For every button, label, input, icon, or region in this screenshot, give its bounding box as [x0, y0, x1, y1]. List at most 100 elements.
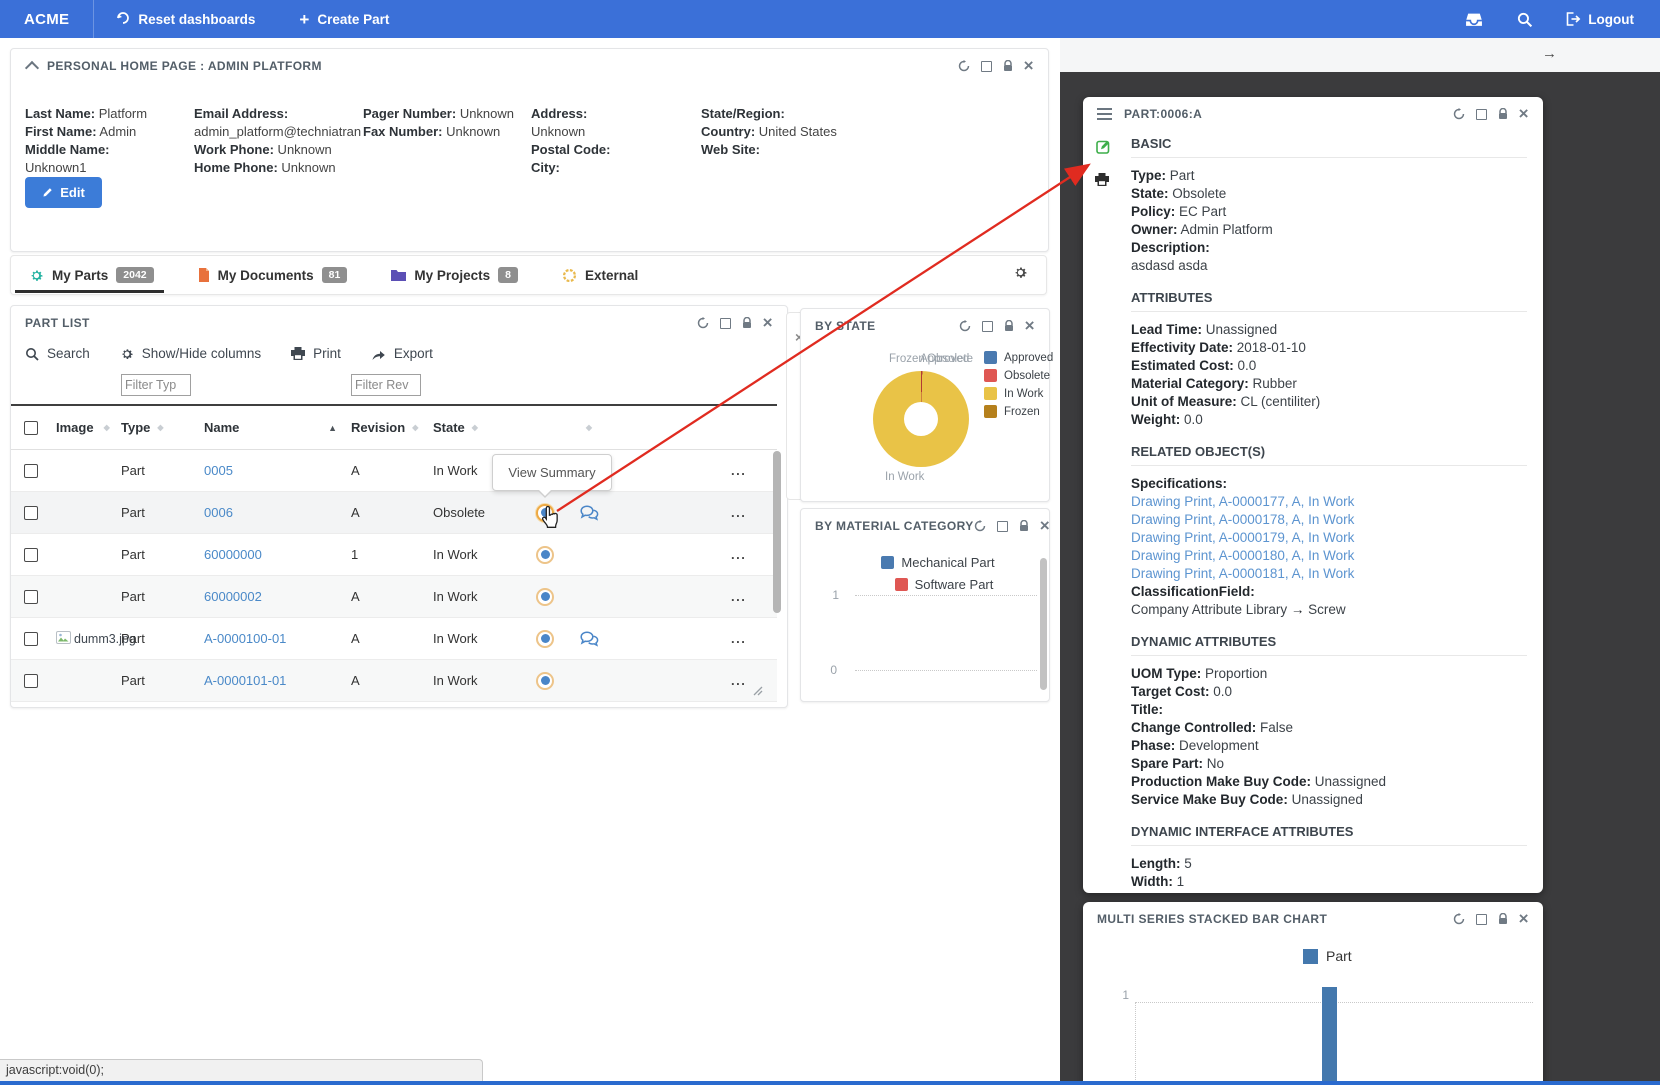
panel-resize-handle[interactable] [753, 683, 763, 701]
maximize-icon[interactable] [720, 318, 731, 329]
refresh-icon[interactable] [697, 317, 709, 329]
discussion-icon[interactable] [580, 505, 599, 521]
table-row[interactable]: Part A-0000101-01 A In Work ... [11, 660, 777, 702]
close-icon[interactable]: × [1519, 105, 1529, 122]
row-checkbox[interactable] [24, 674, 38, 688]
search-icon[interactable] [1517, 0, 1532, 38]
part-name-link[interactable]: 0006 [204, 505, 233, 520]
print-icon[interactable] [1095, 173, 1109, 186]
lock-icon[interactable] [1003, 60, 1013, 72]
close-icon[interactable]: × [1024, 57, 1034, 74]
lock-icon[interactable] [1498, 913, 1508, 925]
search-button[interactable]: Search [25, 346, 90, 361]
part-name-link[interactable]: 0005 [204, 463, 233, 478]
view-summary-icon[interactable] [536, 588, 554, 606]
row-checkbox[interactable] [24, 632, 38, 646]
row-checkbox[interactable] [24, 464, 38, 478]
view-summary-icon[interactable] [536, 672, 554, 690]
print-button[interactable]: Print [291, 346, 341, 361]
row-checkbox[interactable] [24, 590, 38, 604]
row-actions-ellipsis[interactable]: ... [731, 547, 777, 562]
inbox-icon[interactable] [1465, 0, 1483, 38]
row-checkbox[interactable] [24, 548, 38, 562]
row-actions-ellipsis[interactable]: ... [731, 505, 777, 520]
hamburger-menu-icon[interactable] [1097, 105, 1112, 123]
specification-link[interactable]: Drawing Print, A-0000179, A, In Work [1131, 529, 1527, 547]
specification-link[interactable]: Drawing Print, A-0000180, A, In Work [1131, 547, 1527, 565]
refresh-icon[interactable] [1453, 108, 1465, 120]
close-icon[interactable]: × [1025, 317, 1035, 334]
logout-button[interactable]: Logout [1566, 0, 1634, 38]
discussion-icon[interactable] [580, 631, 599, 647]
maximize-icon[interactable] [982, 321, 993, 332]
show-hide-columns-button[interactable]: Show/Hide columns [120, 346, 261, 361]
view-summary-icon[interactable] [536, 630, 554, 648]
close-icon[interactable]: × [1040, 517, 1050, 534]
part-name-link[interactable]: 60000002 [204, 589, 262, 604]
lock-icon[interactable] [1498, 108, 1508, 120]
column-header-state[interactable]: State [433, 420, 465, 435]
lock-icon[interactable] [1004, 320, 1014, 332]
column-header-name[interactable]: Name [204, 420, 239, 435]
maximize-icon[interactable] [1476, 914, 1487, 925]
row-actions-ellipsis[interactable]: ... [731, 631, 777, 646]
bar-part[interactable] [1322, 987, 1337, 1085]
filter-revision-input[interactable] [351, 374, 421, 396]
close-icon[interactable]: × [763, 314, 773, 331]
create-part-button[interactable]: + Create Part [277, 0, 411, 38]
lock-icon[interactable] [742, 317, 752, 329]
sort-asc-icon[interactable]: ▲ [328, 423, 337, 433]
sort-icon[interactable]: ◆ [157, 423, 163, 432]
edit-profile-button[interactable]: Edit [25, 177, 102, 208]
refresh-icon[interactable] [959, 320, 971, 332]
dashboard-scrollbar-thumb[interactable] [1040, 558, 1047, 690]
reset-dashboards-button[interactable]: Reset dashboards [94, 0, 277, 38]
sort-icon[interactable]: ◆ [412, 423, 418, 432]
maximize-icon[interactable] [981, 61, 992, 72]
table-row[interactable]: dumm3.jpg Part A-0000100-01 A In Work ..… [11, 618, 777, 660]
row-actions-ellipsis[interactable]: ... [731, 589, 777, 604]
scrollbar-thumb[interactable] [773, 451, 781, 613]
specification-link[interactable]: Drawing Print, A-0000178, A, In Work [1131, 511, 1527, 529]
tab-my-parts[interactable]: My Parts 2042 [29, 267, 154, 283]
row-checkbox[interactable] [24, 506, 38, 520]
state-donut-chart[interactable] [873, 371, 969, 467]
filter-type-input[interactable] [121, 374, 191, 396]
edit-green-icon[interactable] [1096, 139, 1111, 154]
sort-icon[interactable]: ◆ [104, 423, 110, 432]
column-header-revision[interactable]: Revision [351, 420, 405, 435]
table-row[interactable]: Part 60000002 A In Work ... [11, 576, 777, 618]
tab-my-projects[interactable]: My Projects 8 [391, 267, 518, 283]
collapse-icon[interactable] [25, 60, 39, 74]
close-icon[interactable]: × [1519, 910, 1529, 927]
export-button[interactable]: Export [371, 346, 433, 361]
lock-icon[interactable] [1019, 520, 1029, 532]
view-summary-icon[interactable] [536, 504, 554, 522]
specification-link[interactable]: Drawing Print, A-0000181, A, In Work [1131, 565, 1527, 583]
part-name-link[interactable]: A-0000100-01 [204, 631, 286, 646]
table-row[interactable]: Part 0006 A Obsolete ... [11, 492, 777, 534]
specification-link[interactable]: Drawing Print, A-0000177, A, In Work [1131, 493, 1527, 511]
refresh-icon[interactable] [1453, 913, 1465, 925]
refresh-icon[interactable] [958, 60, 970, 72]
refresh-icon[interactable] [974, 520, 986, 532]
part-name-link[interactable]: 60000000 [204, 547, 262, 562]
tab-external[interactable]: External [562, 268, 638, 283]
column-header-type[interactable]: Type [121, 420, 150, 435]
tab-settings-gear-icon[interactable] [1013, 265, 1028, 285]
row-actions-ellipsis[interactable]: ... [731, 463, 777, 478]
expand-panel-icon[interactable]: → [1542, 45, 1557, 62]
view-summary-icon[interactable] [536, 546, 554, 564]
column-header-image[interactable]: Image [56, 420, 94, 435]
brand-logo[interactable]: ACME [0, 11, 93, 28]
tab-my-documents[interactable]: My Documents 81 [198, 267, 348, 283]
maximize-icon[interactable] [1476, 109, 1487, 120]
table-row[interactable]: Part 60000000 1 In Work ... [11, 534, 777, 576]
part-name-link[interactable]: A-0000101-01 [204, 673, 286, 688]
part-state: In Work [433, 589, 523, 604]
table-row[interactable]: Part 0005 A In Work ... [11, 450, 777, 492]
sort-icon[interactable]: ◆ [472, 423, 478, 432]
sort-icon[interactable]: ◆ [586, 423, 592, 432]
maximize-icon[interactable] [997, 521, 1008, 532]
select-all-checkbox[interactable] [24, 421, 38, 435]
